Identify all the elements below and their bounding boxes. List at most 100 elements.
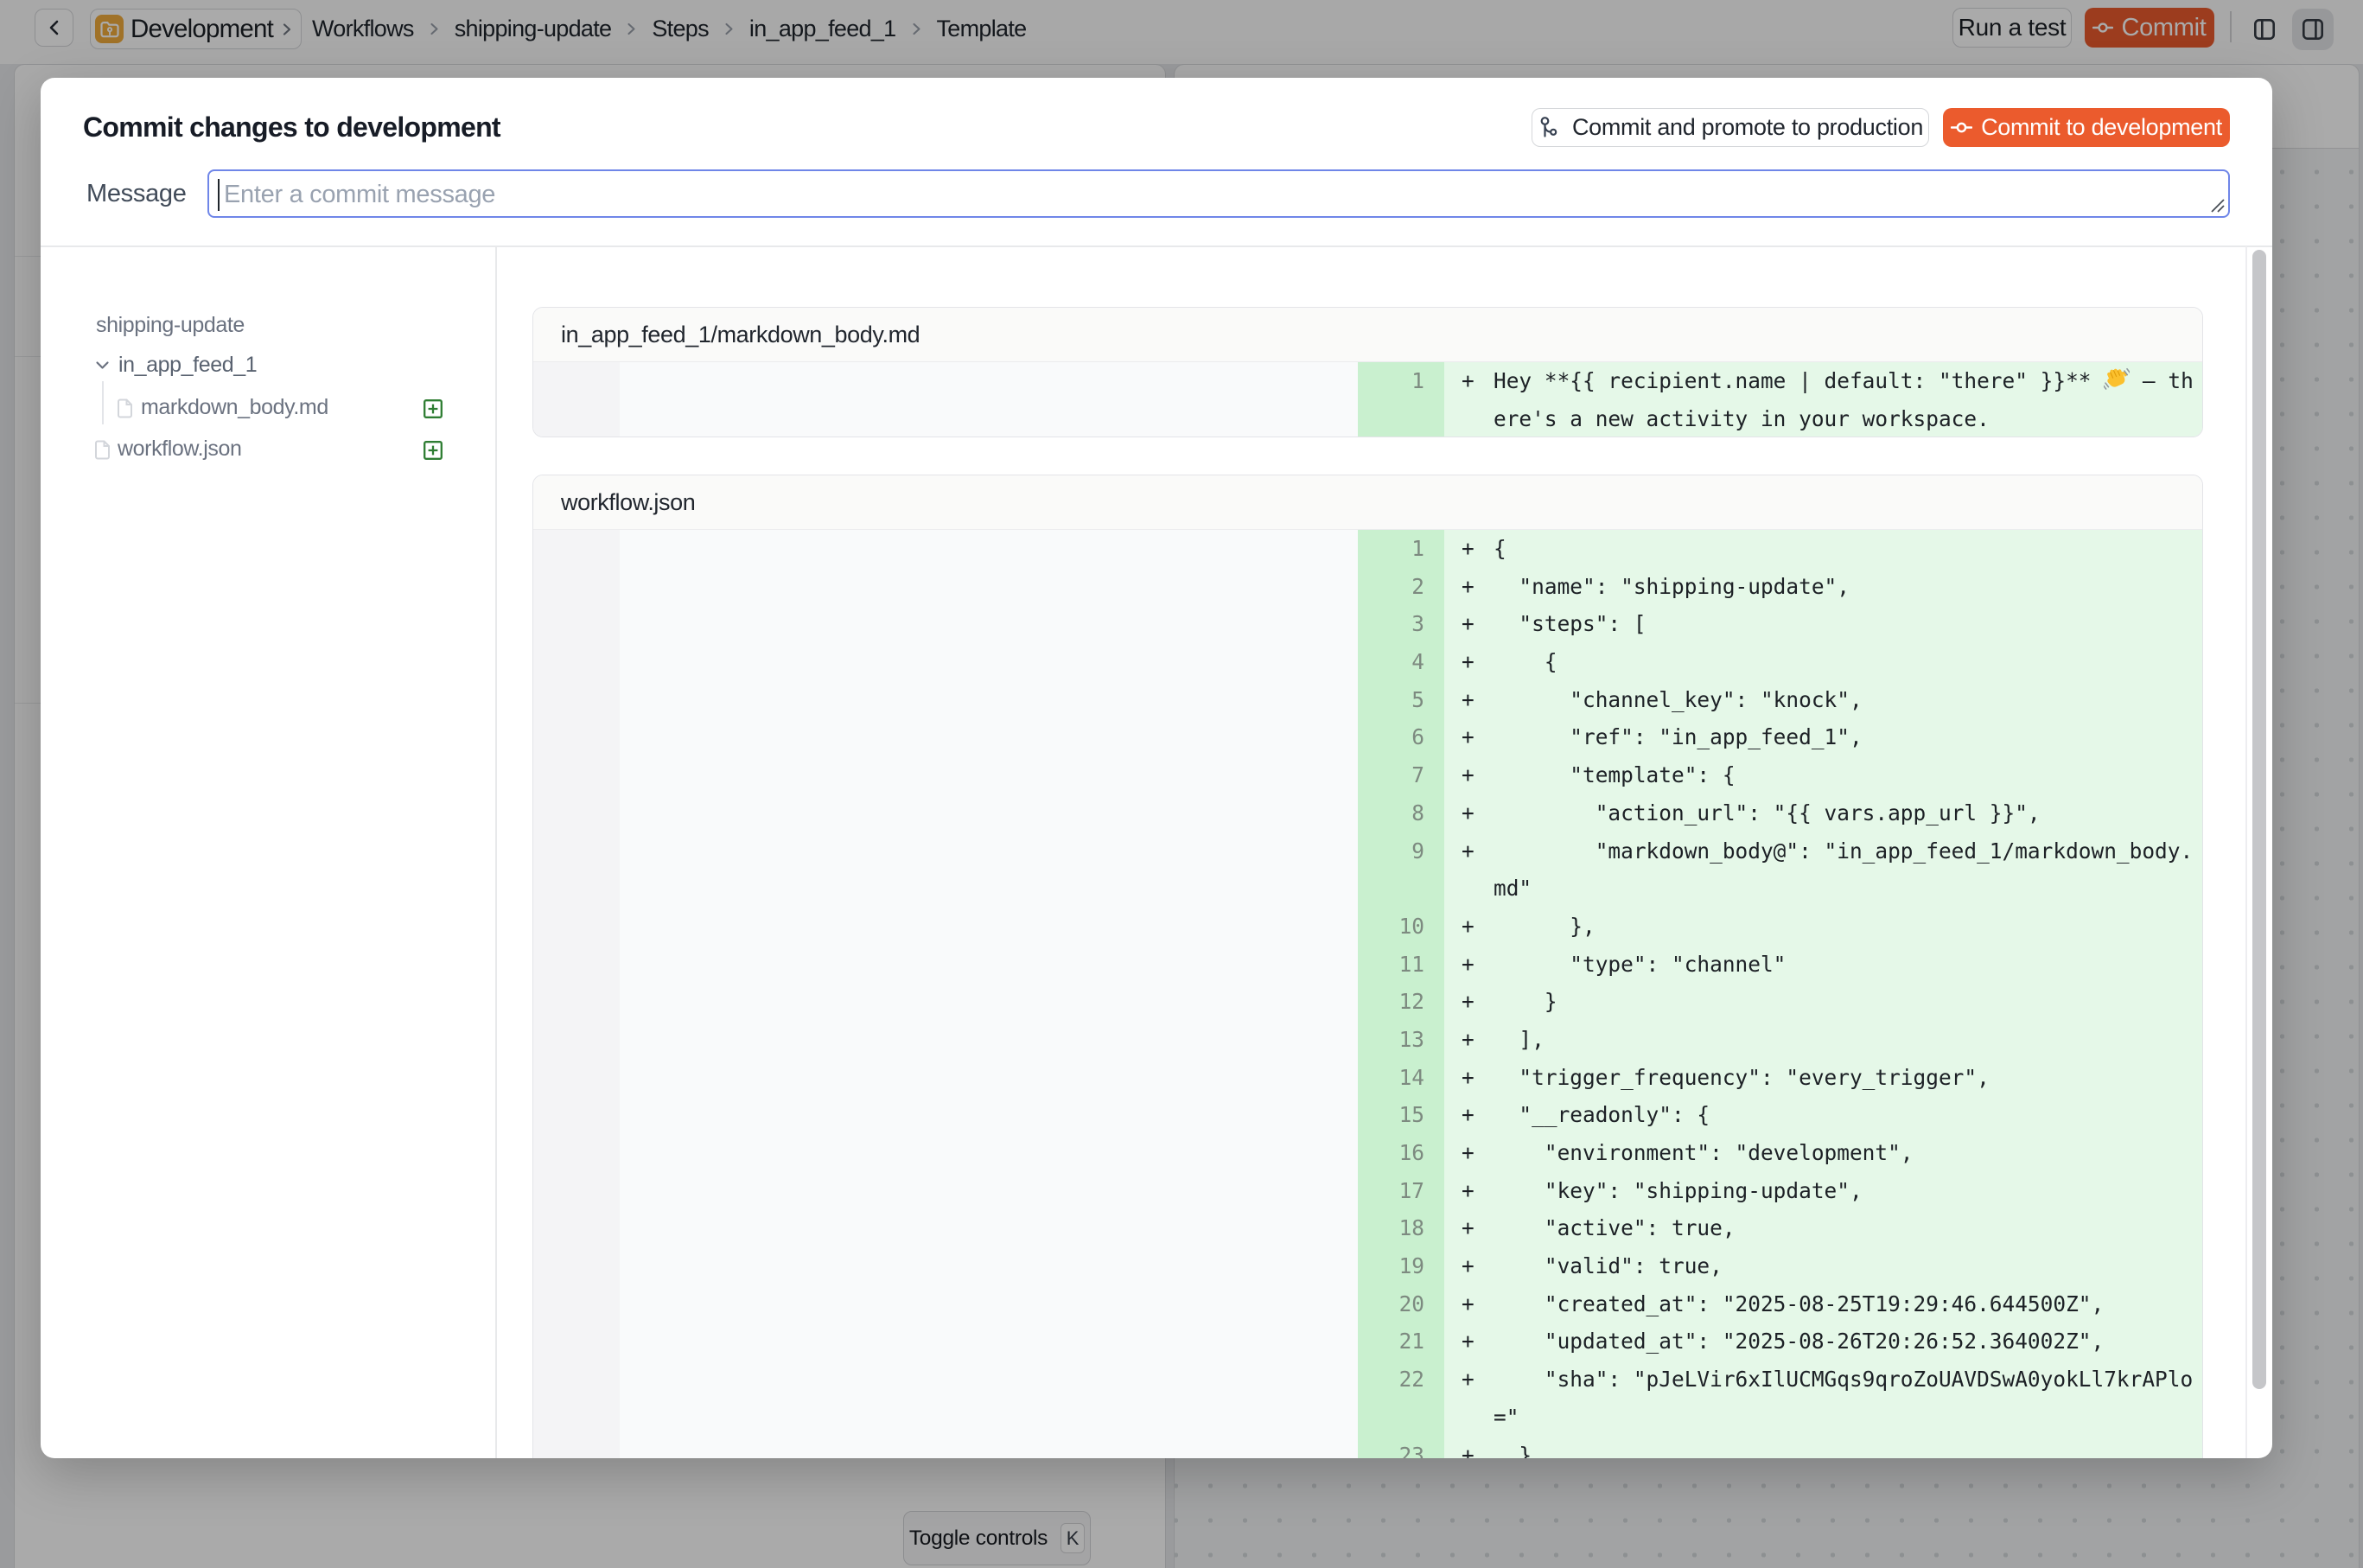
resize-handle-icon[interactable] (2207, 194, 2226, 214)
new-line-body: + "updated_at": "2025-08-26T20:26:52.364… (1444, 1323, 2202, 1361)
new-line-number: 21 (1358, 1323, 1444, 1361)
diff-code: "sha": "pJeLVir6xIlUCMGqs9qroZoUAVDSwA0y… (1494, 1361, 2193, 1399)
old-line-body (620, 794, 1358, 832)
diff-code: "__readonly": { (1494, 1096, 1710, 1134)
diff-sign: + (1444, 1134, 1494, 1172)
diff-code: } (1494, 1437, 1532, 1459)
new-line-number: 18 (1358, 1209, 1444, 1247)
new-line-body: + { (1444, 643, 2202, 681)
new-line-number: 23 (1358, 1437, 1444, 1459)
diff-code: =" (1494, 1399, 1519, 1437)
old-line-body (620, 568, 1358, 606)
tree-root-label: shipping-update (96, 305, 245, 345)
diff-sign: + (1444, 568, 1494, 606)
diff-line: 2+ "name": "shipping-update", (533, 568, 2202, 606)
new-line-body: + "markdown_body@": "in_app_feed_1/markd… (1444, 832, 2202, 870)
new-line-number: 3 (1358, 605, 1444, 643)
new-line-body: +{ (1444, 530, 2202, 568)
diff-file-name: in_app_feed_1/markdown_body.md (533, 308, 2202, 362)
diff-line: 11+ "type": "channel" (533, 946, 2202, 984)
old-line-body (620, 983, 1358, 1021)
old-line-body (620, 1247, 1358, 1285)
diff-line: 20+ "created_at": "2025-08-25T19:29:46.6… (533, 1285, 2202, 1323)
diff-sign: + (1444, 908, 1494, 946)
old-line-gutter (533, 1209, 620, 1247)
chevron-down-icon[interactable] (94, 357, 111, 373)
diff-code: "type": "channel" (1494, 946, 1786, 984)
diff-lines: 1+{2+ "name": "shipping-update",3+ "step… (533, 530, 2202, 1458)
scrollbar-thumb[interactable] (2252, 250, 2266, 1389)
new-line-number: 22 (1358, 1361, 1444, 1399)
new-line-number: 7 (1358, 756, 1444, 794)
diff-line: 5+ "channel_key": "knock", (533, 681, 2202, 719)
new-line-number: 2 (1358, 568, 1444, 606)
diff-sign: + (1444, 1021, 1494, 1059)
old-line-gutter (533, 946, 620, 984)
diff-sign: + (1444, 362, 1494, 400)
new-line-body: md" (1444, 870, 2202, 908)
diff-code: }, (1494, 908, 1596, 946)
old-line-body (620, 1172, 1358, 1210)
diff-sign (1444, 400, 1494, 437)
old-line-body (620, 946, 1358, 984)
diff-code: md" (1494, 870, 1532, 908)
old-line-body (620, 605, 1358, 643)
diff-code: "ref": "in_app_feed_1", (1494, 718, 1863, 756)
old-line-body (620, 681, 1358, 719)
diff-code: "valid": true, (1494, 1247, 1723, 1285)
diff-sign: + (1444, 643, 1494, 681)
new-line-number: 9 (1358, 832, 1444, 870)
old-line-gutter (533, 568, 620, 606)
diff-sign: + (1444, 718, 1494, 756)
diff-sign: + (1444, 1209, 1494, 1247)
old-line-gutter (533, 1096, 620, 1134)
old-line-gutter (533, 1285, 620, 1323)
old-line-body (620, 756, 1358, 794)
old-line-body (620, 1323, 1358, 1361)
tree-file-item[interactable]: markdown_body.md (141, 387, 328, 427)
commit-message-textarea[interactable]: Enter a commit message (207, 169, 2230, 218)
new-line-body: + "action_url": "{{ vars.app_url }}", (1444, 794, 2202, 832)
diff-code: { (1494, 530, 1506, 568)
old-line-body (620, 1399, 1358, 1437)
commit-to-development-button[interactable]: Commit to development (1943, 108, 2230, 147)
diff-line: 7+ "template": { (533, 756, 2202, 794)
diff-sign: + (1444, 1361, 1494, 1399)
old-line-body (620, 832, 1358, 870)
old-line-gutter (533, 870, 620, 908)
new-line-body: + "valid": true, (1444, 1247, 2202, 1285)
new-line-number (1358, 400, 1444, 437)
diff-line: 9+ "markdown_body@": "in_app_feed_1/mark… (533, 832, 2202, 870)
tree-file-item[interactable]: workflow.json (118, 429, 241, 468)
diff-code: "template": { (1494, 756, 1736, 794)
old-line-gutter (533, 1247, 620, 1285)
tree-folder-item[interactable]: in_app_feed_1 (118, 345, 257, 385)
new-line-number: 1 (1358, 362, 1444, 400)
new-line-number: 6 (1358, 718, 1444, 756)
diff-sign: + (1444, 1323, 1494, 1361)
message-placeholder: Enter a commit message (224, 171, 495, 218)
git-promote-icon (1538, 115, 1563, 140)
old-line-gutter (533, 983, 620, 1021)
diff-card: workflow.json 1+{2+ "name": "shipping-up… (532, 475, 2203, 1458)
new-line-number: 14 (1358, 1059, 1444, 1097)
new-line-body: + "active": true, (1444, 1209, 2202, 1247)
new-line-body: + "template": { (1444, 756, 2202, 794)
diff-lines: 1+Hey **{{ recipient.name | default: "th… (533, 362, 2202, 437)
new-line-body: =" (1444, 1399, 2202, 1437)
old-line-body (620, 718, 1358, 756)
new-line-number: 12 (1358, 983, 1444, 1021)
diff-code: "steps": [ (1494, 605, 1646, 643)
diff-sign: + (1444, 794, 1494, 832)
new-line-number: 16 (1358, 1134, 1444, 1172)
new-line-number: 8 (1358, 794, 1444, 832)
commit-and-promote-button[interactable]: Commit and promote to production (1532, 108, 1929, 147)
diff-line: ere's a new activity in your workspace. (533, 400, 2202, 437)
old-line-body (620, 908, 1358, 946)
commit-icon (1951, 117, 1972, 138)
old-line-gutter (533, 756, 620, 794)
new-line-number (1358, 870, 1444, 908)
commit-modal: Commit changes to development Commit and… (41, 78, 2272, 1458)
diff-file-name: workflow.json (533, 475, 2202, 530)
old-line-gutter (533, 1172, 620, 1210)
